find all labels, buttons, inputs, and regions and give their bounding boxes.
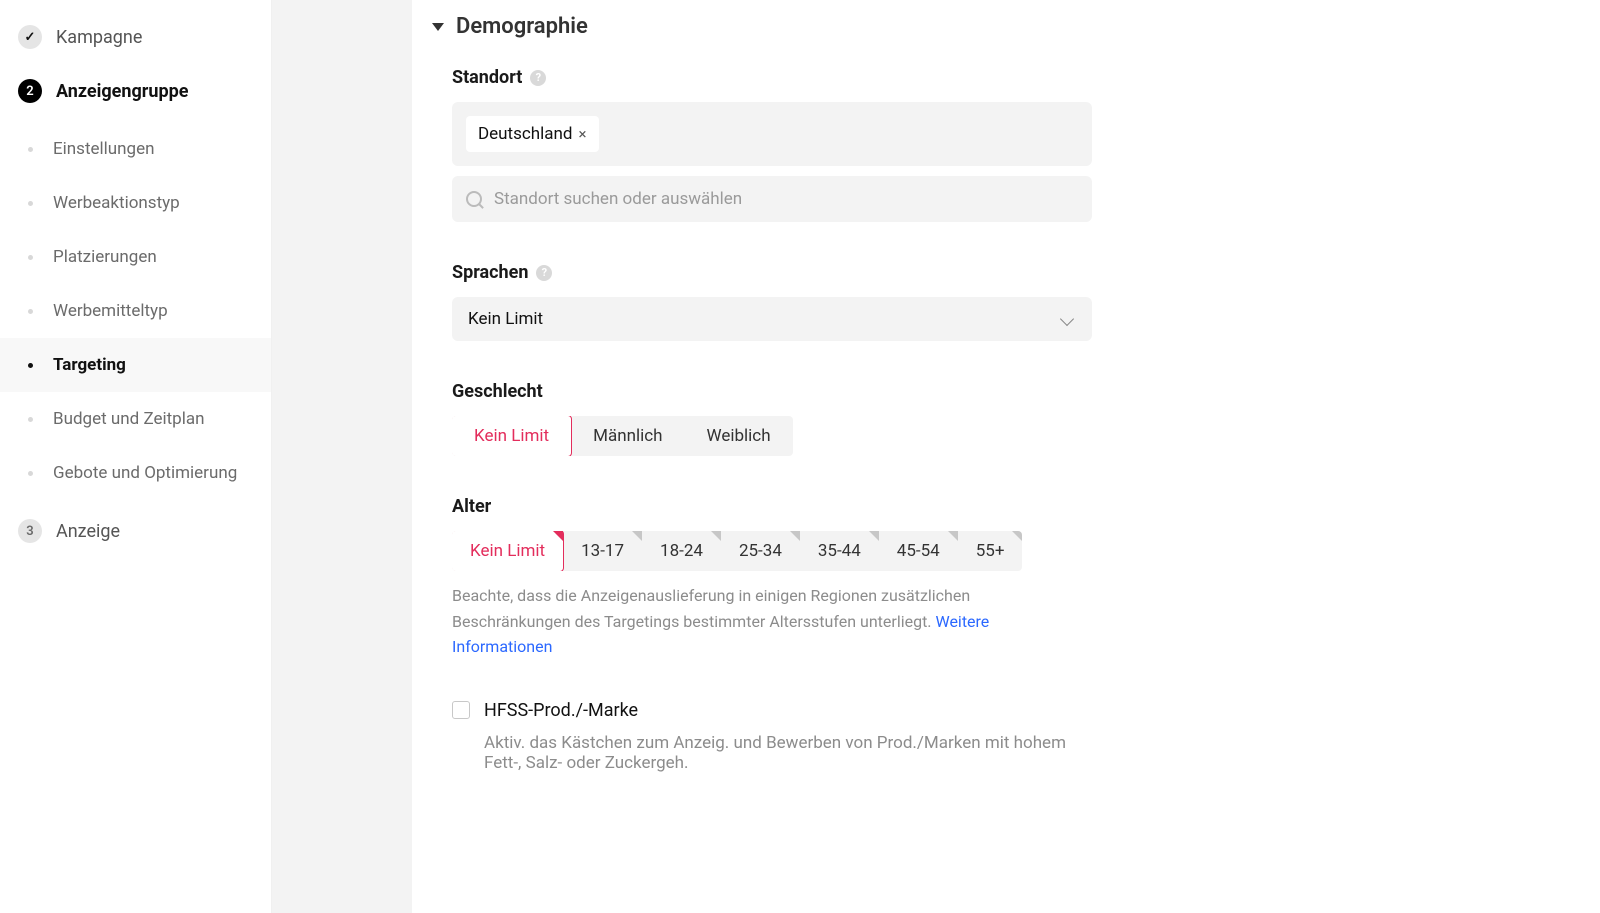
dot-icon xyxy=(28,147,33,152)
field-label: Alter xyxy=(452,496,1092,517)
location-search[interactable] xyxy=(452,176,1092,222)
search-icon xyxy=(466,191,482,207)
age-option-13-17[interactable]: 13-17 xyxy=(563,531,642,571)
corner-icon xyxy=(869,531,879,541)
substeps: Einstellungen Werbeaktionstyp Platzierun… xyxy=(0,118,271,504)
language-select[interactable]: Kein Limit xyxy=(452,297,1092,341)
corner-icon xyxy=(553,531,563,541)
opt-text: 55+ xyxy=(976,541,1005,561)
layout-gap xyxy=(272,0,412,913)
help-icon[interactable]: ? xyxy=(530,70,546,86)
hfss-desc: Aktiv. das Kästchen zum Anzeig. und Bewe… xyxy=(452,733,1092,773)
substep-label: Targeting xyxy=(53,355,126,375)
label-text: Standort xyxy=(452,67,522,88)
remove-token-icon[interactable]: × xyxy=(579,125,587,143)
dot-icon xyxy=(28,417,33,422)
age-option-kein-limit[interactable]: Kein Limit xyxy=(452,531,564,571)
age-option-45-54[interactable]: 45-54 xyxy=(879,531,958,571)
substep-label: Einstellungen xyxy=(53,139,155,159)
substep-label: Platzierungen xyxy=(53,247,157,267)
dot-icon xyxy=(28,471,33,476)
corner-icon xyxy=(948,531,958,541)
substep-label: Werbemitteltyp xyxy=(53,301,168,321)
step-number-icon: 3 xyxy=(18,519,42,543)
opt-text: 18-24 xyxy=(660,541,703,561)
field-label: Sprachen ? xyxy=(452,262,1092,283)
substep-targeting[interactable]: Targeting xyxy=(0,338,271,392)
step-label: Anzeige xyxy=(56,521,120,542)
dot-icon xyxy=(28,309,33,314)
opt-text: Kein Limit xyxy=(470,541,545,561)
label-text: Sprachen xyxy=(452,262,528,283)
field-geschlecht: Geschlecht Kein Limit Männlich Weiblich xyxy=(452,381,1092,456)
hfss-label: HFSS-Prod./-Marke xyxy=(484,700,638,721)
step-label: Kampagne xyxy=(56,27,142,48)
gender-option-maennlich[interactable]: Männlich xyxy=(571,416,684,456)
wizard-sidebar: ✓ Kampagne 2 Anzeigengruppe Einstellunge… xyxy=(0,0,272,913)
dot-icon xyxy=(28,255,33,260)
substep-werbemitteltyp[interactable]: Werbemitteltyp xyxy=(0,284,271,338)
hfss-check-row: HFSS-Prod./-Marke xyxy=(452,700,1092,721)
select-value: Kein Limit xyxy=(468,309,543,329)
step-kampagne[interactable]: ✓ Kampagne xyxy=(0,10,271,64)
field-hfss: HFSS-Prod./-Marke Aktiv. das Kästchen zu… xyxy=(452,700,1092,773)
field-sprachen: Sprachen ? Kein Limit xyxy=(452,262,1092,341)
age-option-55[interactable]: 55+ xyxy=(958,531,1023,571)
dot-icon xyxy=(28,363,33,368)
age-option-18-24[interactable]: 18-24 xyxy=(642,531,721,571)
step-anzeige[interactable]: 3 Anzeige xyxy=(0,504,271,558)
substep-label: Budget und Zeitplan xyxy=(53,409,205,429)
chevron-down-icon xyxy=(1060,312,1074,326)
step-anzeigengruppe[interactable]: 2 Anzeigengruppe xyxy=(0,64,271,118)
corner-icon xyxy=(790,531,800,541)
substep-werbeaktionstyp[interactable]: Werbeaktionstyp xyxy=(0,176,271,230)
gender-option-kein-limit[interactable]: Kein Limit xyxy=(452,416,572,456)
field-label: Standort ? xyxy=(452,67,1092,88)
substep-budget-zeitplan[interactable]: Budget und Zeitplan xyxy=(0,392,271,446)
gender-option-weiblich[interactable]: Weiblich xyxy=(685,416,793,456)
help-icon[interactable]: ? xyxy=(536,265,552,281)
substep-einstellungen[interactable]: Einstellungen xyxy=(0,122,271,176)
main-panel: Demographie Standort ? Deutschland × Spr… xyxy=(412,0,1600,913)
gender-segmented: Kein Limit Männlich Weiblich xyxy=(452,416,793,456)
field-alter: Alter Kein Limit 13-17 18-24 25-34 35-44… xyxy=(452,496,1092,660)
step-number-icon: 2 xyxy=(18,79,42,103)
opt-text: 25-34 xyxy=(739,541,782,561)
hfss-checkbox[interactable] xyxy=(452,701,470,719)
corner-icon xyxy=(711,531,721,541)
age-segmented: Kein Limit 13-17 18-24 25-34 35-44 45-54… xyxy=(452,531,1022,571)
label-text: Geschlecht xyxy=(452,381,543,402)
label-text: Alter xyxy=(452,496,491,517)
section-title: Demographie xyxy=(456,14,588,39)
opt-text: 13-17 xyxy=(581,541,624,561)
field-standort: Standort ? Deutschland × xyxy=(452,67,1092,222)
check-icon: ✓ xyxy=(18,25,42,49)
location-search-input[interactable] xyxy=(492,188,1078,210)
dot-icon xyxy=(28,201,33,206)
section-header[interactable]: Demographie xyxy=(432,14,1560,39)
hint-text: Beachte, dass die Anzeigenauslieferung i… xyxy=(452,586,970,631)
substep-label: Gebote und Optimierung xyxy=(53,463,237,483)
opt-text: 45-54 xyxy=(897,541,940,561)
substep-platzierungen[interactable]: Platzierungen xyxy=(0,230,271,284)
location-token-box[interactable]: Deutschland × xyxy=(452,102,1092,166)
age-option-35-44[interactable]: 35-44 xyxy=(800,531,879,571)
opt-text: 35-44 xyxy=(818,541,861,561)
age-hint: Beachte, dass die Anzeigenauslieferung i… xyxy=(452,583,1092,660)
caret-down-icon xyxy=(432,23,444,31)
corner-icon xyxy=(1012,531,1022,541)
token-text: Deutschland xyxy=(478,124,573,144)
substep-gebote-optimierung[interactable]: Gebote und Optimierung xyxy=(0,446,271,500)
substep-label: Werbeaktionstyp xyxy=(53,193,180,213)
step-label: Anzeigengruppe xyxy=(56,81,188,102)
age-option-25-34[interactable]: 25-34 xyxy=(721,531,800,571)
field-label: Geschlecht xyxy=(452,381,1092,402)
corner-icon xyxy=(632,531,642,541)
location-token: Deutschland × xyxy=(466,116,599,152)
